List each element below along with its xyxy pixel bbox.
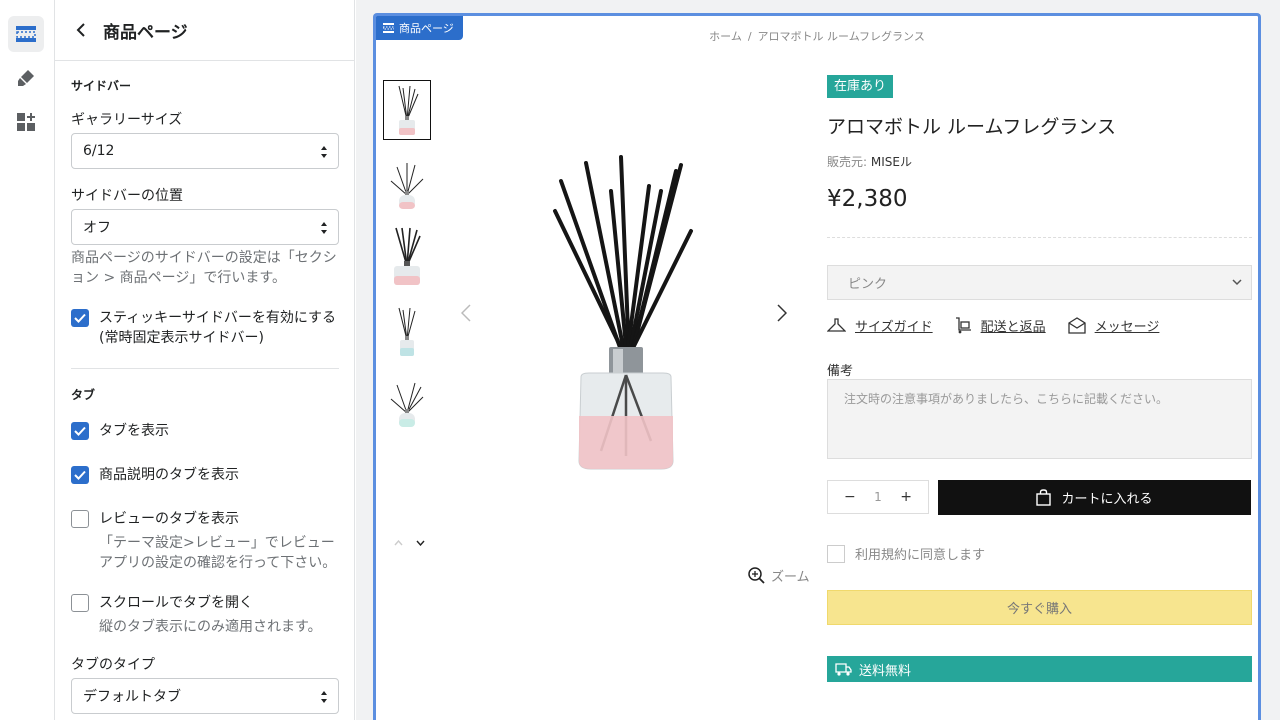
zoom-button[interactable]: ズーム: [748, 566, 810, 585]
qty-minus-button[interactable]: −: [844, 489, 856, 505]
vendor-label: 販売元:: [827, 155, 868, 169]
review-help-text: 「テーマ設定>レビュー」でレビューアプリの設定の確認を行って下さい。: [99, 535, 337, 571]
gallery-thumbnail[interactable]: [383, 302, 431, 362]
gallery-thumbnail[interactable]: [383, 156, 431, 216]
select-arrows-icon: [321, 691, 327, 703]
page-title: 商品ページ: [103, 22, 188, 43]
tab-type-value: デフォルトタブ: [83, 689, 181, 705]
back-arrow-icon[interactable]: [71, 20, 91, 40]
breadcrumb-home[interactable]: ホーム: [709, 30, 742, 43]
scroll-open-tab-checkbox[interactable]: スクロールでタブを開く: [71, 593, 343, 613]
sticky-sidebar-checkbox[interactable]: スティッキーサイドバーを有効にする (常時固定表示サイドバー): [71, 308, 343, 348]
mail-icon: [1067, 317, 1086, 334]
sidebar-help-text: 商品ページのサイドバーの設定は「セクション > 商品ページ」で行います。: [71, 250, 337, 286]
gallery-size-label: ギャラリーサイズ: [71, 112, 183, 128]
free-shipping-bar: 送料無料: [827, 656, 1252, 682]
tab-type-select[interactable]: デフォルトタブ: [71, 678, 339, 714]
select-arrows-icon: [321, 222, 327, 234]
show-review-tab-label: レビューのタブを表示: [99, 511, 239, 527]
store-preview: 商品ページ ホーム / アロマボトル ルームフレグランス ズーム 在庫あり アロ…: [373, 13, 1261, 720]
divider: [827, 237, 1252, 238]
tab-type-label: タブのタイプ: [71, 657, 155, 673]
sidebar-position-label: サイドバーの位置: [71, 188, 183, 204]
checkbox-unchecked-icon[interactable]: [827, 544, 845, 563]
icon-rail: [0, 0, 55, 720]
sidebar-section-heading: サイドバー: [71, 79, 132, 93]
gallery-thumbnail[interactable]: [383, 226, 431, 286]
buy-now-button[interactable]: 今すぐ購入: [827, 590, 1252, 625]
terms-checkbox[interactable]: 利用規約に同意します: [827, 544, 985, 563]
vendor-name[interactable]: MISEル: [871, 155, 912, 169]
breadcrumb-separator: /: [747, 30, 752, 43]
show-tabs-checkbox[interactable]: タブを表示: [71, 421, 343, 441]
zoom-icon: [748, 567, 765, 584]
product-links: サイズガイド 配送と返品 メッセージ: [827, 316, 1181, 335]
scroll-open-help-text: 縦のタブ表示にのみ適用されます。: [99, 619, 322, 635]
quantity-stepper[interactable]: − 1 +: [827, 480, 929, 514]
shipping-returns-link[interactable]: 配送と返品: [955, 316, 1046, 335]
scroll-open-tab-label: スクロールでタブを開く: [99, 595, 253, 611]
shipping-returns-label: 配送と返品: [980, 320, 1046, 335]
main-product-image[interactable]: [541, 151, 711, 481]
settings-panel: 商品ページ サイドバー ギャラリーサイズ 6/12 サイドバーの位置 オフ 商品…: [55, 0, 355, 720]
show-description-tab-checkbox[interactable]: 商品説明のタブを表示: [71, 465, 343, 485]
variant-value: ピンク: [848, 277, 888, 292]
delivery-icon: [955, 317, 971, 334]
terms-label: 利用規約に同意します: [855, 548, 986, 563]
breadcrumb-current: アロマボトル ルームフレグランス: [757, 30, 925, 43]
tabs-section-heading: タブ: [71, 388, 96, 402]
thumbnail-down-arrow-icon[interactable]: [416, 535, 425, 549]
show-review-tab-checkbox[interactable]: レビューのタブを表示: [71, 509, 343, 529]
size-guide-link[interactable]: サイズガイド: [827, 316, 933, 335]
sidebar-position-select[interactable]: オフ: [71, 209, 339, 245]
delivery-truck-icon: [835, 662, 852, 676]
show-tabs-label: タブを表示: [99, 423, 169, 439]
gallery-thumbnail[interactable]: [383, 80, 431, 140]
checkbox-unchecked-icon[interactable]: [71, 594, 89, 612]
qty-value[interactable]: 1: [874, 490, 882, 504]
divider: [71, 368, 339, 369]
vendor: 販売元: MISEル: [827, 153, 912, 170]
sections-icon[interactable]: [8, 16, 44, 52]
breadcrumb: ホーム / アロマボトル ルームフレグランス: [376, 28, 1258, 44]
free-shipping-label: 送料無料: [859, 663, 912, 679]
notes-placeholder: 注文時の注意事項がありましたら、こちらに記載ください。: [844, 392, 1169, 406]
buy-now-label: 今すぐ購入: [1006, 602, 1072, 617]
checkbox-unchecked-icon[interactable]: [71, 510, 89, 528]
checkbox-checked-icon[interactable]: [71, 466, 89, 484]
message-label: メッセージ: [1094, 320, 1160, 335]
add-to-cart-button[interactable]: カートに入れる: [938, 480, 1251, 515]
sidebar-position-value: オフ: [83, 220, 111, 236]
message-link[interactable]: メッセージ: [1067, 316, 1160, 335]
thumbnail-up-arrow-icon[interactable]: [394, 535, 403, 549]
product-title: アロマボトル ルームフレグランス: [827, 116, 1116, 138]
carousel-prev-icon[interactable]: [460, 304, 477, 328]
sticky-sidebar-label: スティッキーサイドバーを有効にする (常時固定表示サイドバー): [99, 310, 337, 346]
select-arrows-icon: [321, 146, 327, 158]
qty-plus-button[interactable]: +: [900, 489, 912, 505]
shopping-bag-icon: [1036, 489, 1052, 506]
chevron-down-icon: [1232, 279, 1242, 286]
size-guide-label: サイズガイド: [855, 320, 933, 335]
notes-label: 備考: [827, 364, 854, 379]
show-description-tab-label: 商品説明のタブを表示: [99, 467, 239, 483]
gallery-size-select[interactable]: 6/12: [71, 133, 339, 169]
theme-brush-icon[interactable]: [8, 60, 44, 96]
carousel-next-icon[interactable]: [777, 304, 793, 328]
checkbox-checked-icon[interactable]: [71, 422, 89, 440]
product-price: ¥2,380: [827, 186, 908, 212]
add-to-cart-label: カートに入れる: [1061, 492, 1153, 507]
stock-badge: 在庫あり: [827, 75, 894, 98]
variant-select[interactable]: ピンク: [827, 265, 1252, 300]
zoom-label: ズーム: [771, 570, 810, 585]
panel-header: 商品ページ: [55, 0, 354, 61]
gallery-size-value: 6/12: [83, 143, 115, 159]
gallery-thumbnail[interactable]: [383, 374, 431, 434]
ruler-icon: [827, 318, 846, 332]
notes-textarea[interactable]: 注文時の注意事項がありましたら、こちらに記載ください。: [827, 379, 1252, 459]
apps-icon[interactable]: [8, 104, 44, 140]
checkbox-checked-icon[interactable]: [71, 309, 89, 327]
